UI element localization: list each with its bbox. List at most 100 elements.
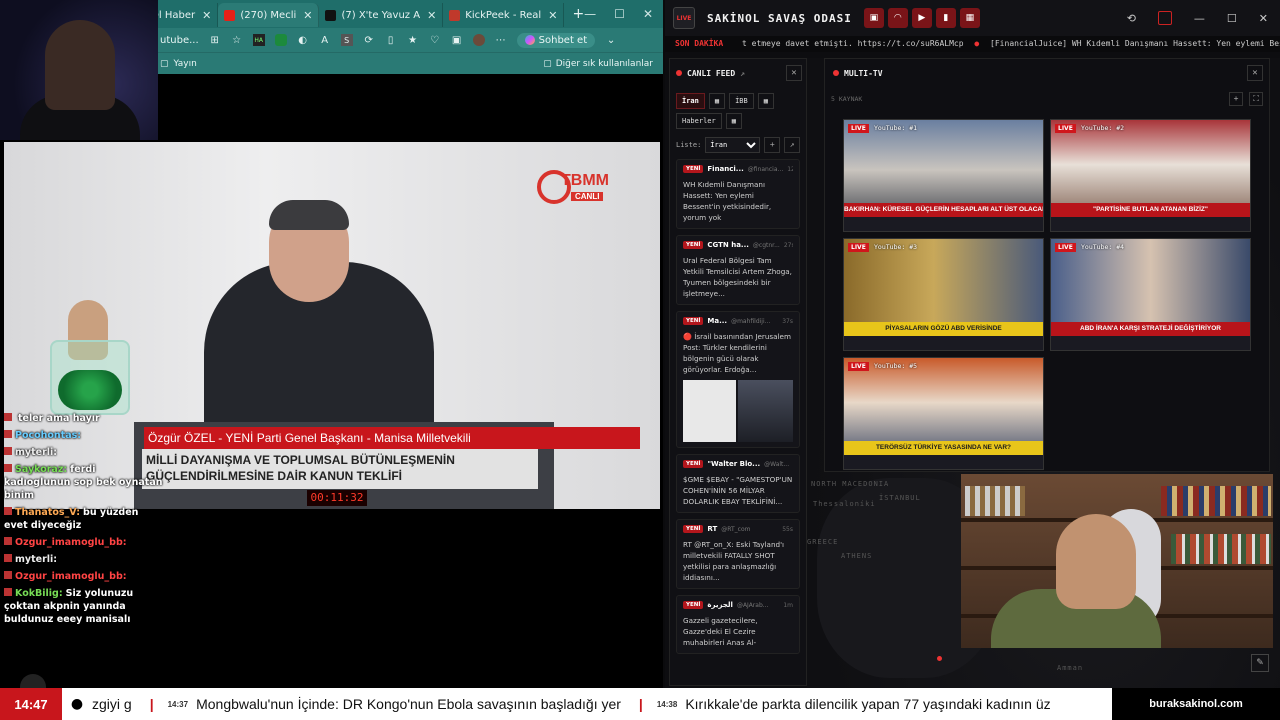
feed-image-article[interactable] xyxy=(683,380,737,442)
collections-icon[interactable]: ▣ xyxy=(451,34,463,46)
expand-list-button[interactable]: ↗ xyxy=(784,137,800,153)
feed-tab-2[interactable]: Haberler xyxy=(676,113,722,129)
tv-icon[interactable]: ▣ xyxy=(863,8,884,28)
tv-tile-2[interactable]: LIVE YouTube: #2 "PARTİSİNE BUTLAN ATANAN … xyxy=(1050,119,1251,232)
feed-card[interactable]: YENİ Ma... @mahfildiji... 37s 🔴 İsrail basın… xyxy=(676,311,800,448)
grid-icon: ▦ xyxy=(731,117,736,125)
multi-tv-close-button[interactable]: ✕ xyxy=(1247,65,1263,81)
chat-badge-icon xyxy=(4,430,12,438)
heart-icon[interactable]: ♡ xyxy=(429,34,441,46)
feed-card[interactable]: YENİFinanci...@financia...12s WH Kıdemli … xyxy=(676,159,800,229)
map-edit-icon[interactable]: ✎ xyxy=(1251,654,1269,672)
chat-username[interactable]: Thanatos_V: xyxy=(15,507,80,518)
live-badge: LIVE xyxy=(1055,124,1076,133)
tv-headline: PİYASALARIN GÖZÜ ABD VERİSİNDE xyxy=(844,322,1043,336)
other-bookmarks[interactable]: ▢ Diğer sık kullanılanlar xyxy=(543,59,663,69)
ticker-item-text: Mongbwalu'nun İçinde: DR Kongo'nun Ebola… xyxy=(196,696,621,712)
map-marker-icon[interactable] xyxy=(937,656,942,661)
header-right: ⟲ — ☐ ✕ xyxy=(1127,11,1280,25)
chat-message: myterli: xyxy=(4,553,164,566)
chat-username[interactable]: myterli: xyxy=(15,554,57,565)
add-list-button[interactable]: + xyxy=(764,137,781,153)
tv-tile-4[interactable]: LIVE YouTube: #4 ABD İRAN'A KARŞI STRATEJİ… xyxy=(1050,238,1251,351)
chart-icon[interactable]: ▮ xyxy=(935,8,956,28)
history-icon[interactable]: ⟲ xyxy=(1127,12,1136,25)
maximize-icon[interactable]: ☐ xyxy=(614,7,625,21)
chat-badge-icon xyxy=(4,413,12,421)
refresh-icon[interactable]: ⟳ xyxy=(363,34,375,46)
feed-tab-grid-button[interactable]: ▦ xyxy=(725,113,742,129)
feed-image-photo[interactable] xyxy=(738,380,793,442)
new-badge: YENİ xyxy=(683,601,704,609)
feed-card[interactable]: YENİ RT @RT_com 55s RT @RT_on_X: Eski Taylan… xyxy=(676,519,800,589)
feed-close-button[interactable]: ✕ xyxy=(786,65,802,81)
chat-username[interactable]: Pocohontas: xyxy=(15,430,81,441)
browser-tab-1[interactable]: (270) Mecli ✕ xyxy=(218,3,320,27)
profile-avatar-icon[interactable] xyxy=(472,34,485,46)
bookmark-yayin[interactable]: Yayın xyxy=(174,59,197,69)
url-text[interactable]: utube... xyxy=(160,35,199,46)
feed-tab-grid-button[interactable]: ▦ xyxy=(708,93,726,109)
star-icon[interactable]: ☆ xyxy=(231,34,243,46)
chat-username[interactable]: Ozgur_imamoglu_bb: xyxy=(15,537,127,548)
tv-tile-5[interactable]: LIVE YouTube: #5 TERÖRSÜZ TÜRKİYE YASASIND… xyxy=(843,357,1044,470)
browser-tab-2[interactable]: (7) X'te Yavuz A ✕ xyxy=(319,3,444,27)
copilot-label: Sohbet et xyxy=(538,34,588,46)
list-select[interactable]: İran xyxy=(705,137,761,153)
browser-tab-3[interactable]: KickPeek - Real ✕ xyxy=(443,3,565,27)
window-maximize-icon[interactable]: ☐ xyxy=(1227,12,1237,25)
feed-cards: YENİFinanci...@financia...12sWH Kıdemli … xyxy=(670,159,806,654)
tv-tile-3[interactable]: LIVE YouTube: #3 PİYASALARIN GÖZÜ ABD VERİ… xyxy=(843,238,1044,351)
record-button[interactable] xyxy=(1157,11,1172,25)
feed-card[interactable]: YENİ الجزيرة @AJArab... 1m Gazzeli gazetecil… xyxy=(676,595,800,654)
feed-card-images[interactable] xyxy=(683,380,793,442)
chat-username[interactable]: Saykoraz: xyxy=(15,464,67,475)
new-tab-button[interactable]: + xyxy=(572,6,584,22)
tab-close-icon[interactable]: ✕ xyxy=(427,9,436,22)
favorites-icon[interactable]: ★ xyxy=(407,34,419,46)
tab-close-icon[interactable]: ✕ xyxy=(303,9,312,22)
window-minimize-icon[interactable]: — xyxy=(1194,12,1205,25)
tab-close-icon[interactable]: ✕ xyxy=(548,9,557,22)
app-grid-icon[interactable]: ⊞ xyxy=(209,34,221,46)
extension-3-icon[interactable]: ◐ xyxy=(297,34,309,46)
close-icon[interactable]: ✕ xyxy=(643,7,653,21)
chat-badge-icon xyxy=(4,571,12,579)
minimize-icon[interactable]: — xyxy=(584,7,596,21)
chat-username[interactable]: myterli: xyxy=(15,447,57,458)
feed-tab-0[interactable]: İran xyxy=(676,93,705,109)
popout-icon[interactable]: ↗ xyxy=(740,69,745,78)
rss-icon[interactable]: ◠ xyxy=(887,8,908,28)
extension-1-icon[interactable]: HA xyxy=(252,34,265,46)
ticker-item: | 14:37 Mongbwalu'nun İçinde: DR Kongo'nun… xyxy=(150,696,621,712)
copilot-chat-button[interactable]: Sohbet et xyxy=(516,32,596,48)
extension-2-icon[interactable] xyxy=(274,34,287,46)
tv-tile-1[interactable]: LIVE YouTube: #1 BAKIRHAN: KÜRESEL GÜÇLERİ… xyxy=(843,119,1044,232)
live-badge: LIVE xyxy=(1055,243,1076,252)
browser-window: SakinOl Haber ✕ (270) Mecli ✕ (7) X'te Yavuz… xyxy=(0,0,663,688)
live-dot-icon xyxy=(676,70,682,76)
live-feed-title: CANLI FEED xyxy=(687,68,736,78)
chat-username[interactable]: Ozgur_imamoglu_bb: xyxy=(15,571,127,582)
chat-badge-icon xyxy=(4,588,12,596)
translate-icon[interactable]: A xyxy=(319,34,331,46)
map-label-macedonia: NORTH MACEDONIA xyxy=(811,480,890,488)
feed-tab-1[interactable]: İBB xyxy=(729,93,754,109)
feed-card[interactable]: YENİCGTN ha...@cgtnr...27s Ural Federal B… xyxy=(676,235,800,305)
tab-close-icon[interactable]: ✕ xyxy=(202,9,211,22)
feed-tab-grid-button[interactable]: ▦ xyxy=(757,93,774,109)
video-icon[interactable]: ▶ xyxy=(911,8,932,28)
add-source-button[interactable]: + xyxy=(1229,92,1243,106)
fullscreen-button[interactable]: ⛶ xyxy=(1249,92,1263,106)
feed-source: الجزيرة xyxy=(707,601,733,609)
feed-card-header: YENİ RT @RT_com 55s xyxy=(683,525,793,533)
more-icon[interactable]: ⋯ xyxy=(495,34,507,46)
tab-favicon-icon xyxy=(449,9,461,21)
split-screen-icon[interactable]: ▯ xyxy=(385,34,397,46)
calendar-icon[interactable]: ▦ xyxy=(959,8,980,28)
feed-card[interactable]: YENİ"Walter Blo...@Walt...42s $GME $EBAY … xyxy=(676,454,800,513)
extension-s-icon[interactable]: S xyxy=(340,34,353,46)
chat-username[interactable]: KokBilig: xyxy=(15,588,63,599)
window-close-icon[interactable]: ✕ xyxy=(1259,12,1268,25)
chevron-down-icon[interactable]: ⌄ xyxy=(605,34,617,46)
